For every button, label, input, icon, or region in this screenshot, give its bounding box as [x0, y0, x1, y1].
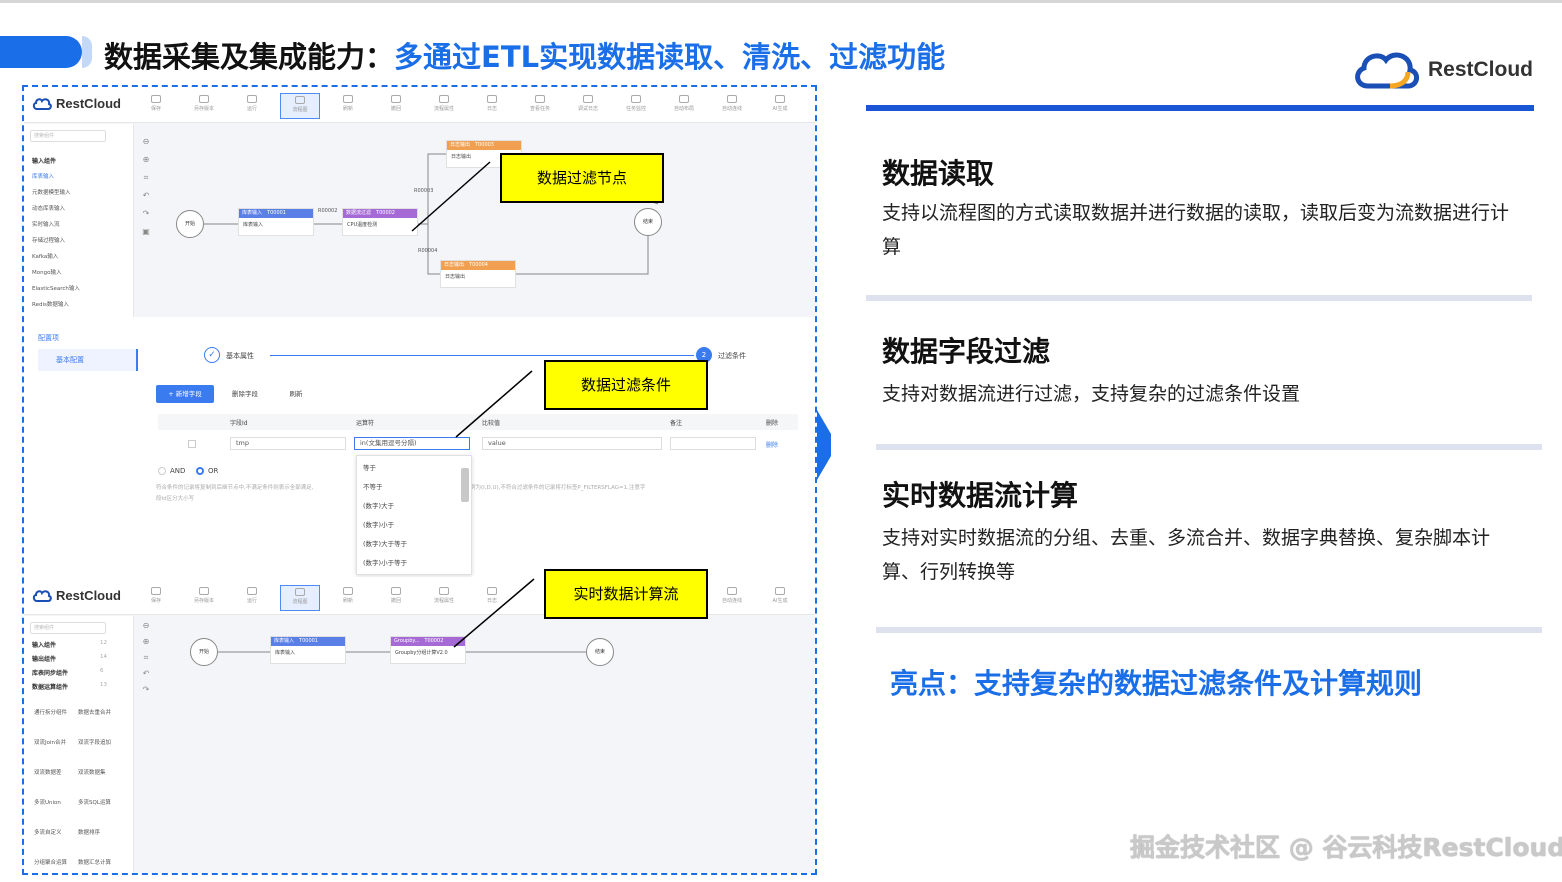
- title-accent-bar-light: [82, 36, 92, 68]
- feature-title-filter: 数据字段过滤: [882, 335, 1051, 368]
- highlight-text: 亮点：支持复杂的数据过滤条件及计算规则: [890, 667, 1423, 700]
- top-border: [0, 0, 1562, 3]
- callout-realtime-flow: 实时数据计算流: [544, 569, 708, 619]
- section-divider: [866, 295, 1532, 301]
- right-panel-top-bar: [866, 105, 1534, 111]
- section-divider: [876, 444, 1542, 450]
- feature-desc-filter: 支持对数据流进行过滤，支持复杂的过滤条件设置: [882, 383, 1301, 405]
- feature-desc-realtime: 支持对实时数据流的分组、去重、多流合并、数据字典替换、复杂脚本计算、行列转换等: [882, 527, 1491, 583]
- slide-title-main: 数据采集及集成能力：: [104, 40, 395, 74]
- feature-title-realtime: 实时数据流计算: [882, 479, 1079, 512]
- screenshot-frame: RestCloud 保存 另存版本 运行 流程图 刷新 撤回 流程属性 日志 查…: [22, 85, 817, 875]
- callout-filter-condition: 数据过滤条件: [544, 360, 708, 410]
- feature-desc-read: 支持以流程图的方式读取数据并进行数据的读取，读取后变为流数据进行计算: [882, 202, 1510, 258]
- brand-name: RestCloud: [1428, 58, 1533, 81]
- callout-leader-lines: [411, 161, 535, 648]
- slide-title: 数据采集及集成能力：多通过ETL实现数据读取、清洗、过滤功能: [104, 34, 945, 76]
- watermark: 掘金技术社区 @ 谷云科技RestCloud: [1130, 833, 1562, 862]
- title-accent-bar: [0, 36, 82, 68]
- slide-title-highlight: 多通过ETL实现数据读取、清洗、过滤功能: [394, 40, 946, 74]
- arrow-right-icon: [817, 410, 831, 480]
- feature-title-read: 数据读取: [882, 157, 995, 190]
- brand-logo: RestCloud: [1350, 46, 1533, 94]
- callout-filter-node: 数据过滤节点: [500, 153, 664, 203]
- cloud-logo-icon: [1355, 52, 1419, 89]
- section-divider: [876, 627, 1542, 633]
